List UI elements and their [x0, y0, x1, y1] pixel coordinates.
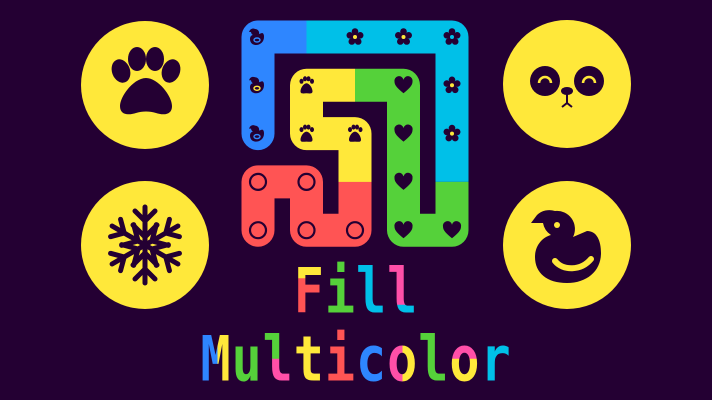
path-segment-cyan[interactable] — [306, 20, 469, 182]
title-letter: l — [418, 322, 450, 396]
title-letter: o — [449, 322, 481, 396]
title-letter: u — [231, 322, 263, 396]
title-letter: c — [356, 322, 388, 396]
title-letter: i — [324, 254, 356, 328]
path-joint — [306, 20, 324, 54]
title-letter: l — [356, 254, 388, 328]
title-letter: i — [324, 322, 356, 396]
title-letter: o — [387, 322, 419, 396]
title-letter: F — [293, 254, 325, 328]
title-letter: l — [262, 322, 294, 396]
title-letter: r — [480, 322, 512, 396]
title-line-fill: Fill — [0, 260, 712, 323]
path-joint — [338, 164, 372, 182]
title-line-multicolor: Multicolor — [0, 328, 712, 391]
title-letter: M — [200, 322, 232, 396]
title-letter: t — [293, 322, 325, 396]
title-letter: l — [387, 254, 419, 328]
